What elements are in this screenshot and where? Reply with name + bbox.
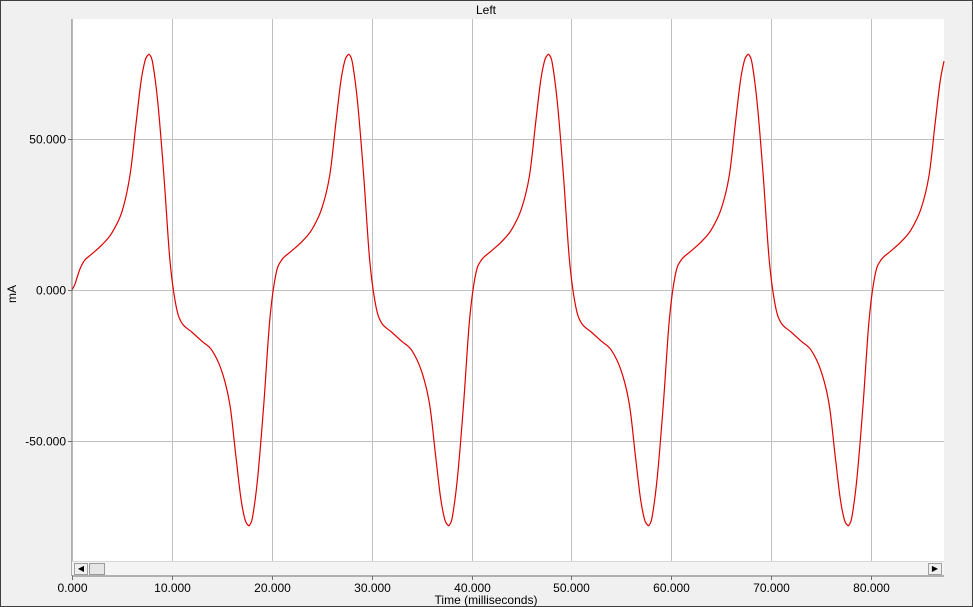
- scroll-right-button[interactable]: ▶: [928, 563, 942, 575]
- chart-title: Left: [476, 3, 497, 17]
- scroll-thumb[interactable]: [89, 563, 105, 575]
- y-tick-label: 50.000: [29, 133, 66, 147]
- x-tick-label: 0.000: [57, 581, 87, 595]
- y-tick-label: 0.000: [36, 284, 66, 298]
- x-tick-label: 70.000: [753, 581, 790, 595]
- x-tick-label: 30.000: [354, 581, 391, 595]
- scroll-left-button[interactable]: ◀: [74, 563, 88, 575]
- x-axis-title: Time (milliseconds): [435, 593, 538, 607]
- x-tick-label: 10.000: [154, 581, 191, 595]
- x-tick-label: 50.000: [553, 581, 590, 595]
- horizontal-scrollbar[interactable]: ◀ ▶: [72, 561, 944, 575]
- x-tick-label: 80.000: [853, 581, 890, 595]
- x-tick-label: 60.000: [653, 581, 690, 595]
- x-tick-label: 20.000: [254, 581, 291, 595]
- y-tick-label: -50.000: [25, 435, 66, 449]
- line-chart: Left 0.000 10.000 20.000 30.000 40.000 50.000…: [5, 3, 945, 607]
- y-axis-title: mA: [5, 285, 19, 303]
- y-tick-labels: 50.000 0.000 -50.000: [25, 133, 66, 449]
